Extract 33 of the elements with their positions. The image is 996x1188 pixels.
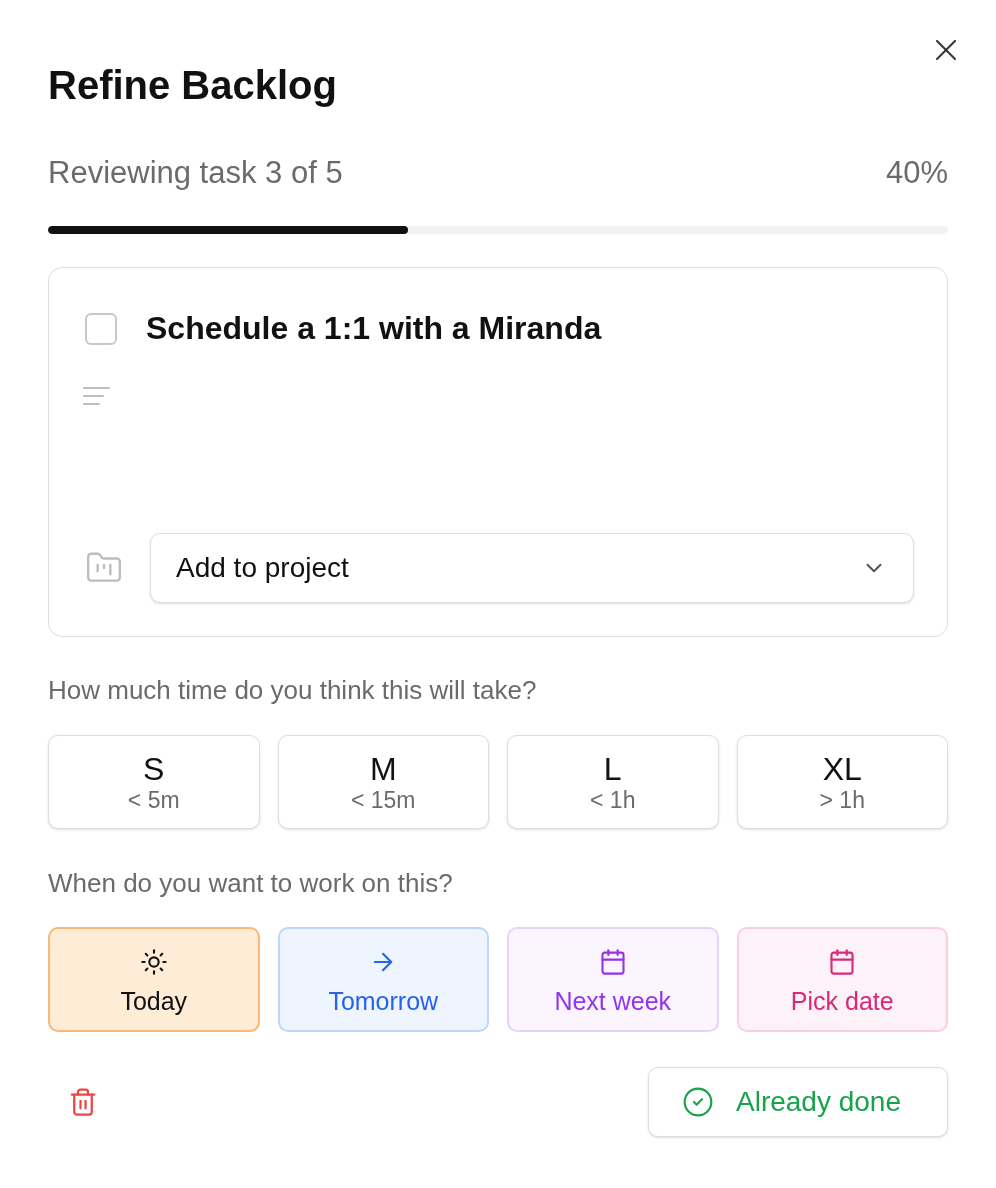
calendar-icon [828,948,857,976]
description-lines-icon [83,386,110,406]
progress-label: Reviewing task 3 of 5 [48,155,343,191]
check-circle-icon [682,1086,714,1118]
size-option[interactable]: L < 1h [507,735,719,829]
size-label: S [143,751,165,787]
size-limit: < 1h [590,787,636,813]
close-icon [936,40,956,60]
task-checkbox[interactable] [85,313,117,345]
size-limit: > 1h [819,787,865,813]
schedule-option[interactable]: Pick date [736,927,948,1032]
size-label: L [603,751,622,787]
size-label: XL [822,751,862,787]
dialog-title: Refine Backlog [48,62,337,109]
sun-icon [139,948,168,976]
size-option[interactable]: S < 5m [48,735,260,829]
size-limit: < 15m [350,787,416,813]
time-question: How much time do you think this will take? [48,676,537,704]
progress-percent: 40% [885,155,948,191]
calendar-icon [598,948,627,976]
schedule-option[interactable]: Today [48,927,260,1032]
size-option[interactable]: XL > 1h [736,735,948,829]
schedule-option[interactable]: Next week [507,927,719,1032]
schedule-question: When do you want to work on this? [48,869,453,897]
size-label: M [369,751,397,787]
close-button[interactable] [936,40,956,60]
schedule-option[interactable]: Tomorrow [277,927,489,1032]
task-title: Schedule a 1:1 with a Miranda [146,309,602,347]
trash-icon [68,1087,98,1117]
size-limit: < 5m [127,787,180,813]
delete-button[interactable] [68,1086,98,1118]
size-option[interactable]: M < 15m [277,735,489,829]
project-dropdown[interactable]: Add to project [150,533,914,603]
